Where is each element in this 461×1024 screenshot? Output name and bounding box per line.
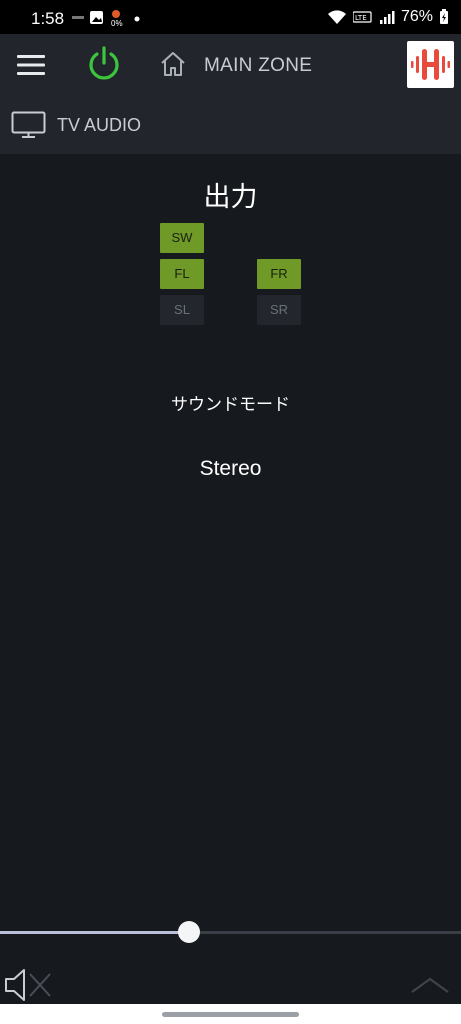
channel-sw: SW: [160, 223, 204, 253]
channel-fl: FL: [160, 259, 204, 289]
gallery-icon: [90, 11, 103, 24]
output-title: 出力: [203, 182, 258, 212]
channel-sl: SL: [160, 295, 204, 325]
channel-sr: SR: [257, 295, 301, 325]
channel-fr: FR: [257, 259, 301, 289]
system-nav-bar: [0, 1004, 461, 1024]
power-icon[interactable]: [87, 46, 121, 82]
wifi-icon: [327, 10, 346, 24]
volume-slider-fill: [0, 931, 189, 934]
input-source-bar[interactable]: TV AUDIO: [0, 98, 461, 154]
home-icon[interactable]: [160, 51, 186, 77]
zone-title[interactable]: MAIN ZONE: [204, 55, 312, 77]
heos-logo-icon: [411, 49, 450, 80]
volte-icon: LTE: [352, 11, 372, 23]
sound-mode-label: サウンドモード: [171, 395, 290, 414]
data-usage-text: 0%: [111, 19, 123, 28]
status-time: 1:58: [31, 9, 65, 28]
battery-percent: 76%: [400, 8, 433, 25]
battery-charging-icon: [440, 9, 448, 24]
mute-icon[interactable]: [4, 968, 52, 1002]
denon-notification-icon: [72, 16, 84, 19]
sound-mode-value[interactable]: Stereo: [0, 457, 461, 481]
dot-icon: [134, 16, 140, 22]
volume-slider[interactable]: [0, 921, 461, 943]
status-right-group: LTE 76%: [327, 8, 449, 26]
volume-slider-thumb[interactable]: [178, 921, 200, 943]
signal-icon: [379, 11, 395, 24]
hamburger-menu-icon[interactable]: [17, 54, 45, 76]
home-gesture-handle[interactable]: [162, 1012, 299, 1017]
app-logo: [407, 41, 454, 88]
chevron-up-icon[interactable]: [410, 976, 450, 994]
app-bar: MAIN ZONE: [0, 34, 461, 98]
input-source-label: TV AUDIO: [57, 115, 142, 135]
status-notification-icons: [72, 10, 140, 24]
data-usage-icon: [112, 10, 120, 18]
svg-text:LTE: LTE: [355, 14, 367, 22]
tv-icon: [11, 111, 46, 138]
status-bar: 1:58 0% LTE 76%: [0, 0, 461, 34]
